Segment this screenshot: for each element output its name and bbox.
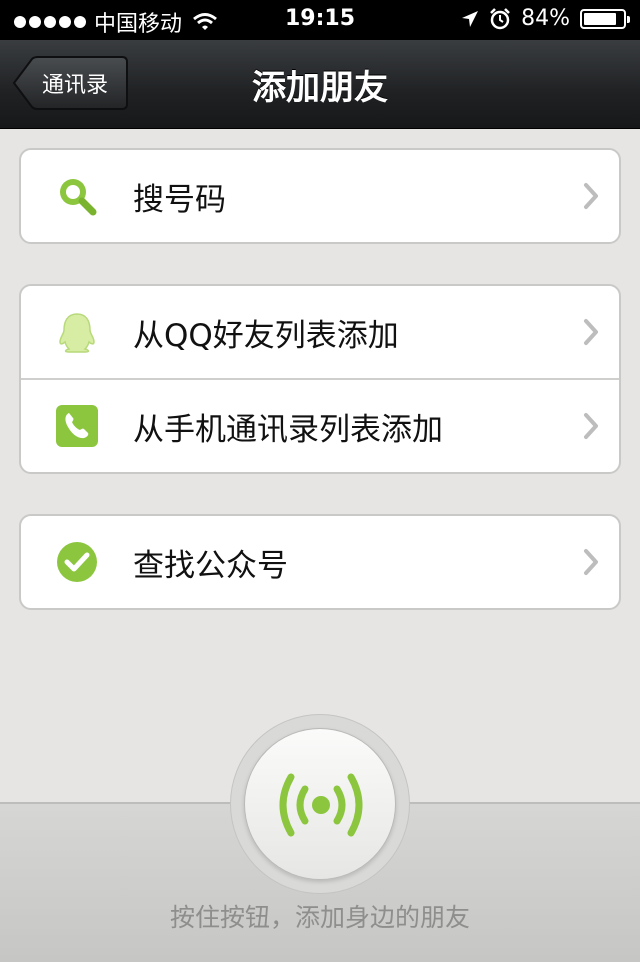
search-icon — [60, 179, 97, 216]
alarm-clock-icon — [490, 7, 510, 29]
list-item-find-official-account[interactable]: 查找公众号 — [21, 516, 619, 608]
status-bar: 中国移动 19:15 84% — [0, 0, 640, 40]
navigation-bar: 通讯录 添加朋友 — [0, 40, 640, 129]
list-item-search-number[interactable]: 搜号码 — [21, 150, 619, 242]
radar-hint-text: 按住按钮，添加身边的朋友 — [169, 903, 470, 932]
list-item-label: 查找公众号 — [133, 547, 288, 584]
qq-penguin-icon — [59, 313, 95, 353]
list-item-label: 从手机通讯录列表添加 — [133, 411, 443, 448]
battery-percent: 84% — [521, 6, 570, 31]
chevron-right-icon — [584, 319, 598, 345]
phone-icon — [56, 405, 98, 447]
status-right: 84% — [461, 6, 630, 31]
battery-level-fill — [584, 12, 616, 25]
chevron-right-icon — [584, 183, 598, 209]
group-search: 搜号码 — [19, 148, 621, 244]
list-item-label: 搜号码 — [133, 181, 226, 218]
chevron-right-icon — [584, 549, 598, 575]
group-import: 从QQ好友列表添加 从手机通讯录列表添加 — [19, 284, 621, 474]
broadcast-icon — [279, 773, 363, 837]
battery-icon — [580, 8, 630, 29]
radar-button[interactable] — [244, 728, 396, 880]
page-title: 添加朋友 — [252, 68, 388, 108]
chevron-right-icon — [584, 413, 598, 439]
list-item-qq-friends[interactable]: 从QQ好友列表添加 — [21, 286, 619, 378]
group-official-accounts: 查找公众号 — [19, 514, 621, 610]
checkmark-icon — [57, 542, 97, 582]
list-item-label: 从QQ好友列表添加 — [133, 317, 399, 354]
location-arrow-icon — [462, 10, 479, 27]
list-item-phone-contacts[interactable]: 从手机通讯录列表添加 — [21, 378, 619, 472]
